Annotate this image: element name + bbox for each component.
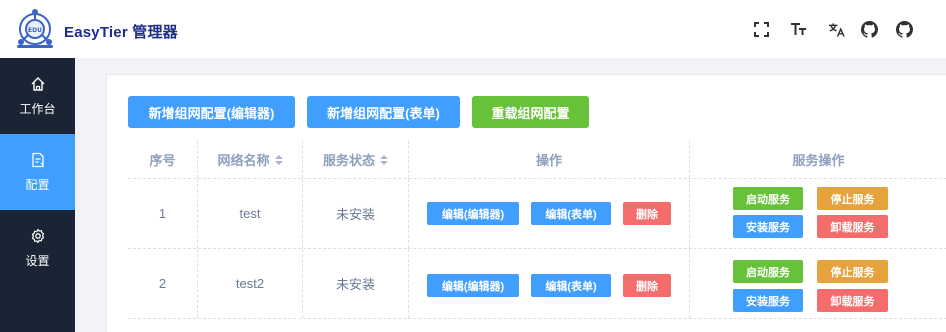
config-icon [31,152,44,167]
header-label: 操作 [535,153,562,168]
header-label: 服务状态 [322,153,375,168]
delete-button[interactable]: 删除 [623,274,671,297]
header-label: 序号 [149,153,176,168]
sidebar: 工作台 配置 设置 [0,58,75,332]
column-header-actions: 操作 [409,141,690,178]
delete-button[interactable]: 删除 [623,202,671,225]
stop-service-button[interactable]: 停止服务 [817,187,888,210]
add-config-form-button[interactable]: 新增组网配置(表单) [307,96,460,128]
row-service-status: 未安装 [303,249,409,318]
config-card: 新增组网配置(编辑器) 新增组网配置(表单) 重载组网配置 序号 网络名称 服务… [106,74,946,332]
table-row: 2 test2 未安装 编辑(编辑器) 编辑(表单) 删除 启动服务 停止服务 … [128,249,946,319]
header-label: 服务操作 [792,153,845,168]
sort-icon[interactable] [274,154,283,165]
start-service-button[interactable]: 启动服务 [733,187,803,210]
row-network-name: test [198,179,303,248]
sidebar-item-label: 配置 [25,177,50,192]
row-actions-cell: 编辑(编辑器) 编辑(表单) 删除 [409,249,690,318]
row-actions-cell: 编辑(编辑器) 编辑(表单) 删除 [409,179,690,248]
sidebar-item-config[interactable]: 配置 [0,134,75,210]
sidebar-item-label: 设置 [25,253,50,268]
uninstall-service-button[interactable]: 卸载服务 [817,289,888,312]
row-service-actions-cell: 启动服务 停止服务 安装服务 卸载服务 [690,249,946,318]
column-header-index: 序号 [128,141,198,178]
header-label: 网络名称 [217,153,270,168]
config-table: 序号 网络名称 服务状态 操作 服务操作 1 test 未安装 编辑(编辑器) … [128,141,946,319]
gear-icon [31,228,44,243]
app-title: EasyTier 管理器 [64,24,178,41]
edit-editor-button[interactable]: 编辑(编辑器) [427,274,519,297]
translate-icon[interactable] [828,21,845,38]
header: EDU EasyTier 管理器 [0,0,946,58]
font-size-icon[interactable] [790,21,807,38]
row-network-name: test2 [198,249,303,318]
fullscreen-icon[interactable] [753,21,770,38]
sort-icon[interactable] [380,154,388,165]
column-header-status[interactable]: 服务状态 [303,141,409,178]
edit-form-button[interactable]: 编辑(表单) [531,202,611,225]
github-icon[interactable] [896,21,913,38]
sidebar-item-settings[interactable]: 设置 [0,210,75,286]
stop-service-button[interactable]: 停止服务 [817,260,888,283]
sidebar-item-workbench[interactable]: 工作台 [0,58,75,134]
install-service-button[interactable]: 安装服务 [733,215,803,238]
sidebar-item-label: 工作台 [19,101,56,116]
column-header-service-actions: 服务操作 [690,141,946,178]
app-logo-icon: EDU [17,9,53,48]
table-header: 序号 网络名称 服务状态 操作 服务操作 [128,141,946,179]
row-index: 1 [128,179,198,248]
add-config-editor-button[interactable]: 新增组网配置(编辑器) [128,96,295,128]
column-header-name[interactable]: 网络名称 [198,141,303,178]
main-content: 新增组网配置(编辑器) 新增组网配置(表单) 重载组网配置 序号 网络名称 服务… [75,58,946,332]
reload-config-button[interactable]: 重载组网配置 [472,96,589,128]
home-icon [31,76,44,91]
row-service-actions-cell: 启动服务 停止服务 安装服务 卸载服务 [690,179,946,248]
install-service-button[interactable]: 安装服务 [733,289,803,312]
uninstall-service-button[interactable]: 卸载服务 [817,215,888,238]
start-service-button[interactable]: 启动服务 [733,260,803,283]
svg-text:EDU: EDU [28,27,42,34]
github-icon[interactable] [861,21,878,38]
edit-form-button[interactable]: 编辑(表单) [531,274,611,297]
row-service-status: 未安装 [303,179,409,248]
table-row: 1 test 未安装 编辑(编辑器) 编辑(表单) 删除 启动服务 停止服务 安… [128,179,946,249]
row-index: 2 [128,249,198,318]
edit-editor-button[interactable]: 编辑(编辑器) [427,202,519,225]
